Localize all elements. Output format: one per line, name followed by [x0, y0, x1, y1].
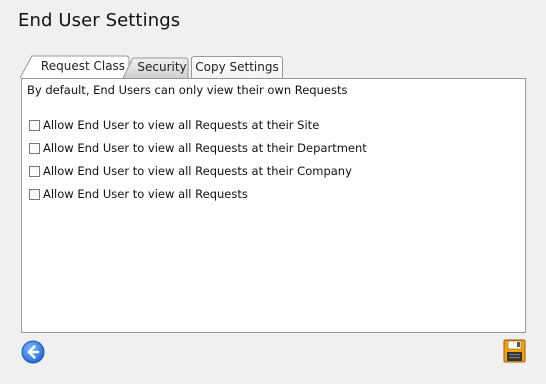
option-view-all[interactable]: Allow End User to view all Requests: [29, 186, 248, 202]
checkbox[interactable]: [29, 142, 40, 154]
tab-request-class[interactable]: Request Class: [20, 55, 130, 78]
option-view-company[interactable]: Allow End User to view all Requests at t…: [29, 163, 352, 179]
save-button[interactable]: [503, 339, 526, 363]
save-disk-icon: [503, 339, 526, 363]
tab-label: Copy Settings: [195, 60, 279, 74]
option-label: Allow End User to view all Requests at t…: [43, 164, 352, 178]
option-view-department[interactable]: Allow End User to view all Requests at t…: [29, 140, 367, 156]
option-label: Allow End User to view all Requests at t…: [43, 141, 367, 155]
back-arrow-icon: [21, 340, 45, 364]
option-label: Allow End User to view all Requests at t…: [43, 118, 320, 132]
option-label: Allow End User to view all Requests: [43, 187, 248, 201]
page-title: End User Settings: [18, 10, 181, 31]
settings-panel: By default, End Users can only view thei…: [21, 78, 526, 333]
tab-copy-settings[interactable]: Copy Settings: [191, 56, 283, 78]
checkbox[interactable]: [29, 165, 40, 177]
checkbox[interactable]: [29, 119, 40, 131]
option-view-site[interactable]: Allow End User to view all Requests at t…: [29, 117, 319, 133]
tab-label: Request Class: [40, 59, 126, 73]
checkbox[interactable]: [29, 188, 40, 200]
back-button[interactable]: [21, 340, 45, 364]
tab-security[interactable]: Security: [123, 57, 189, 78]
tab-label: Security: [137, 60, 187, 74]
panel-intro-text: By default, End Users can only view thei…: [27, 83, 348, 97]
